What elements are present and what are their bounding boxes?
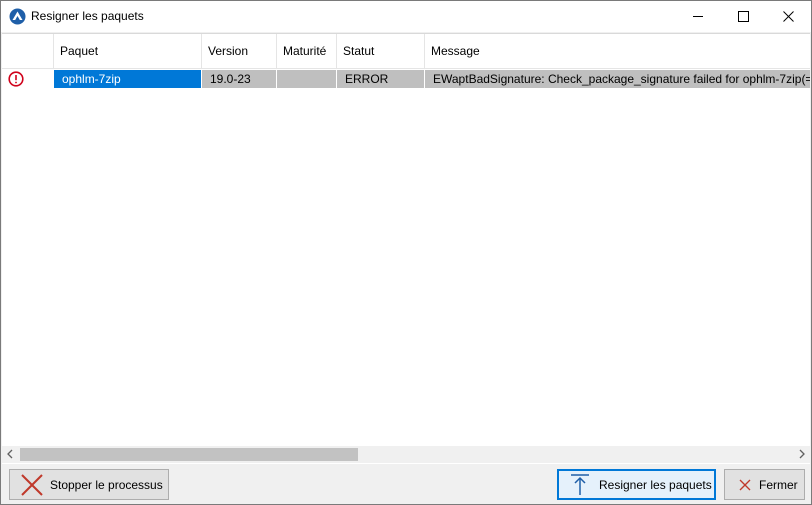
stop-icon: [21, 473, 43, 496]
row-statut-cell[interactable]: ERROR: [337, 70, 425, 88]
close-window-button[interactable]: [766, 1, 811, 32]
table-row[interactable]: ophlm-7zip 19.0-23 ERROR EWaptBadSignatu…: [2, 70, 810, 88]
column-header-paquet[interactable]: Paquet: [54, 34, 202, 68]
maximize-icon: [738, 11, 749, 22]
row-status-cell: [2, 70, 54, 88]
grid-header: Paquet Version Maturité Statut Message: [2, 34, 810, 69]
row-paquet-cell[interactable]: ophlm-7zip: [54, 70, 202, 88]
title-bar[interactable]: Resigner les paquets: [1, 1, 811, 32]
horizontal-scrollbar[interactable]: [2, 446, 810, 463]
resign-packages-window: Resigner les paquets Paquet Version Matu…: [0, 0, 812, 505]
close-x-icon: [739, 479, 751, 490]
column-header-version[interactable]: Version: [202, 34, 277, 68]
minimize-button[interactable]: [676, 1, 721, 32]
row-version-cell[interactable]: 19.0-23: [202, 70, 277, 88]
chevron-left-icon[interactable]: [6, 449, 14, 459]
maximize-button[interactable]: [721, 1, 766, 32]
resign-packages-button[interactable]: Resigner les paquets: [557, 469, 716, 500]
chevron-right-icon[interactable]: [798, 449, 806, 459]
column-header-statut[interactable]: Statut: [337, 34, 425, 68]
upload-arrow-icon: [571, 473, 589, 495]
scrollbar-thumb[interactable]: [20, 448, 358, 461]
packages-grid[interactable]: Paquet Version Maturité Statut Message o…: [2, 33, 810, 464]
column-header-message[interactable]: Message: [425, 34, 810, 68]
wapt-app-icon: [9, 8, 26, 25]
stop-process-button[interactable]: Stopper le processus: [9, 469, 169, 500]
resign-packages-label: Resigner les paquets: [599, 477, 712, 492]
minimize-icon: [693, 16, 703, 17]
error-icon: [8, 71, 24, 87]
window-title: Resigner les paquets: [31, 9, 144, 23]
stop-process-label: Stopper le processus: [50, 477, 163, 492]
column-header-maturite[interactable]: Maturité: [277, 34, 337, 68]
close-label: Fermer: [759, 477, 798, 492]
row-message-cell[interactable]: EWaptBadSignature: Check_package_signatu…: [425, 70, 810, 88]
close-button[interactable]: Fermer: [724, 469, 805, 500]
close-icon: [783, 11, 794, 22]
row-maturite-cell[interactable]: [277, 70, 337, 88]
column-header-icon[interactable]: [2, 34, 54, 68]
